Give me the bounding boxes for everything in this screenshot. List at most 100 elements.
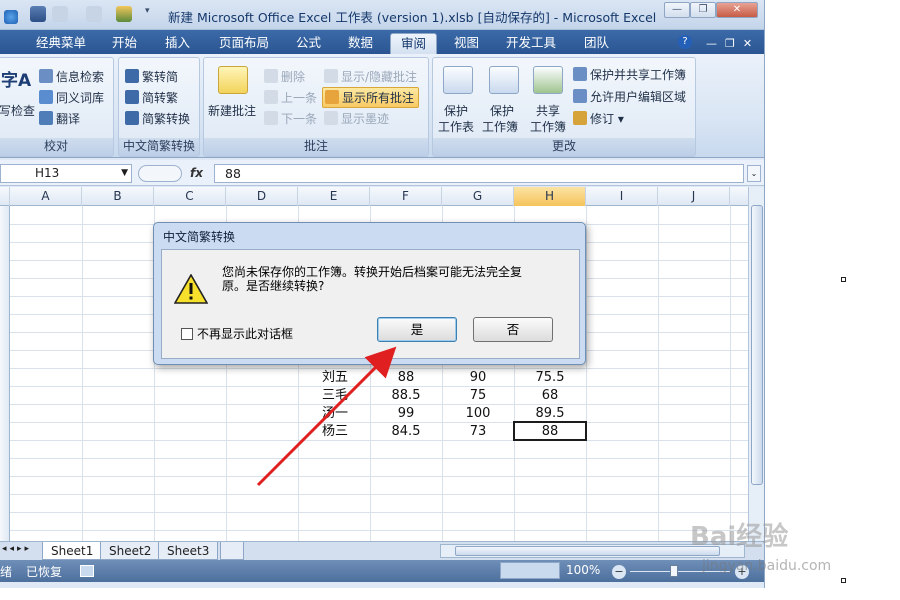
tab-view[interactable]: 视图 xyxy=(444,33,489,54)
column-header[interactable]: B xyxy=(82,187,154,206)
cell-value[interactable]: 75 xyxy=(442,387,514,405)
tab-review[interactable]: 审阅 xyxy=(390,33,438,54)
horizontal-scroll-thumb[interactable] xyxy=(455,546,720,556)
protect-workbook-label-2[interactable]: 工作簿 xyxy=(482,118,518,135)
dont-show-again-checkbox[interactable]: 不再显示此对话框 xyxy=(181,325,293,342)
yes-button[interactable]: 是 xyxy=(377,317,457,342)
help-icon[interactable]: ? xyxy=(678,35,692,49)
thesaurus-button[interactable]: 同义词库 xyxy=(39,89,104,106)
qat-customize-icon[interactable]: ▾ xyxy=(145,6,157,22)
tab-team[interactable]: 团队 xyxy=(574,33,619,54)
protect-share-button[interactable]: 保护并共享工作簿 xyxy=(573,66,686,83)
share-workbook-label-1[interactable]: 共享 xyxy=(536,102,560,119)
gridline xyxy=(10,512,748,513)
column-header[interactable]: F xyxy=(370,187,442,206)
close-button[interactable]: ✕ xyxy=(716,2,758,18)
sheet-nav-icon[interactable]: ◂◂▸▸ xyxy=(2,544,32,554)
share-workbook-label-2[interactable]: 工作簿 xyxy=(530,118,566,135)
tab-classic-menu[interactable]: 经典菜单 xyxy=(26,33,96,54)
translate-button[interactable]: 翻译 xyxy=(39,110,80,127)
spelling-icon[interactable]: 字A xyxy=(1,66,31,91)
active-cell-h13[interactable] xyxy=(513,421,587,441)
no-button[interactable]: 否 xyxy=(473,317,553,342)
sheet-tab[interactable]: Sheet3 xyxy=(158,542,219,560)
group-proofing: 字A 写检查 信息检索 同义词库 翻译 校对 xyxy=(0,57,114,157)
column-header[interactable]: G xyxy=(442,187,514,206)
cell-value[interactable]: 84.5 xyxy=(370,423,442,441)
cell-name[interactable]: 刘五 xyxy=(316,369,376,387)
column-header[interactable]: J xyxy=(658,187,730,206)
cell-value[interactable]: 88 xyxy=(370,369,442,387)
name-box[interactable]: H13 ▼ xyxy=(0,164,132,183)
chinese-convert-button[interactable]: 简繁转换 xyxy=(125,110,190,127)
resize-handle[interactable] xyxy=(841,277,846,282)
tab-page-layout[interactable]: 页面布局 xyxy=(209,33,279,54)
spelling-button[interactable]: 写检查 xyxy=(0,102,35,119)
simp-to-trad-button[interactable]: 简转繁 xyxy=(125,89,178,106)
column-header[interactable]: D xyxy=(226,187,298,206)
view-buttons[interactable] xyxy=(500,562,560,579)
zoom-level[interactable]: 100% xyxy=(566,563,600,577)
column-header[interactable]: C xyxy=(154,187,226,206)
window-title: 新建 Microsoft Office Excel 工作表 (version 1… xyxy=(168,10,657,25)
track-changes-button[interactable]: 修订 ▾ xyxy=(573,110,624,127)
research-button[interactable]: 信息检索 xyxy=(39,68,104,85)
chevron-down-icon[interactable]: ▼ xyxy=(121,165,128,182)
zoom-out-icon[interactable]: − xyxy=(612,565,626,579)
group-label-changes: 更改 xyxy=(433,138,695,156)
save-icon[interactable] xyxy=(30,6,46,22)
show-all-comments-button[interactable]: 显示所有批注 xyxy=(322,87,420,108)
tab-insert[interactable]: 插入 xyxy=(155,33,200,54)
formula-expand-control[interactable] xyxy=(138,165,182,182)
zoom-slider-thumb[interactable] xyxy=(670,565,678,577)
checkbox-box[interactable] xyxy=(181,328,193,340)
vertical-scrollbar[interactable] xyxy=(748,187,764,541)
undo-icon[interactable] xyxy=(52,6,68,22)
cell-value[interactable]: 75.5 xyxy=(514,369,586,387)
formula-bar-expand-icon[interactable]: ⌄ xyxy=(747,165,761,182)
sheet-tab[interactable]: Sheet2 xyxy=(100,542,161,560)
protect-sheet-label-1[interactable]: 保护 xyxy=(444,102,468,119)
macro-record-icon[interactable] xyxy=(80,565,94,577)
column-header[interactable]: A xyxy=(10,187,82,206)
previous-comment-button: 上一条 xyxy=(264,89,317,106)
tab-home[interactable]: 开始 xyxy=(102,33,147,54)
cell-value[interactable]: 68 xyxy=(514,387,586,405)
share-workbook-icon xyxy=(533,66,563,94)
print-preview-icon[interactable] xyxy=(116,6,132,22)
cell-name[interactable]: 三毛 xyxy=(316,387,376,405)
cell-name[interactable]: 杨三 xyxy=(316,423,376,441)
column-header[interactable]: E xyxy=(298,187,370,206)
ribbon-window-controls[interactable]: —❐✕ xyxy=(706,37,760,50)
vertical-scroll-thumb[interactable] xyxy=(751,205,763,485)
trad-to-simp-button[interactable]: 繁转简 xyxy=(125,68,178,85)
new-comment-button[interactable]: 新建批注 xyxy=(208,102,256,119)
formula-input[interactable]: 88 xyxy=(214,164,744,183)
cell-value[interactable]: 99 xyxy=(370,405,442,423)
cell-value[interactable]: 100 xyxy=(442,405,514,423)
cell-value[interactable]: 90 xyxy=(442,369,514,387)
insert-sheet-icon[interactable] xyxy=(220,542,244,560)
allow-edit-ranges-button[interactable]: 允许用户编辑区域 xyxy=(573,88,686,105)
redo-icon[interactable] xyxy=(86,6,102,22)
column-header[interactable]: I xyxy=(586,187,658,206)
insert-function-icon[interactable]: fx xyxy=(190,166,203,180)
row-headers[interactable] xyxy=(0,206,10,541)
sheet-tab-active[interactable]: Sheet1 xyxy=(42,542,103,560)
tab-developer[interactable]: 开发工具 xyxy=(496,33,566,54)
minimize-button[interactable]: — xyxy=(664,2,690,18)
tab-data[interactable]: 数据 xyxy=(338,33,383,54)
cell-value[interactable]: 88.5 xyxy=(370,387,442,405)
select-all-corner[interactable] xyxy=(0,187,10,206)
protect-sheet-label-2[interactable]: 工作表 xyxy=(438,118,474,135)
restore-button[interactable]: ❐ xyxy=(690,2,716,18)
office-button-icon[interactable] xyxy=(4,10,18,24)
column-header-selected[interactable]: H xyxy=(514,187,586,206)
cell-name[interactable]: 汤一 xyxy=(316,405,376,423)
trad-to-simp-label: 繁转简 xyxy=(142,70,179,84)
show-all-comments-icon xyxy=(325,90,339,104)
cell-value[interactable]: 73 xyxy=(442,423,514,441)
protect-workbook-label-1[interactable]: 保护 xyxy=(490,102,514,119)
column-headers: A B C D E F G H I J xyxy=(0,187,748,206)
tab-formulas[interactable]: 公式 xyxy=(286,33,331,54)
